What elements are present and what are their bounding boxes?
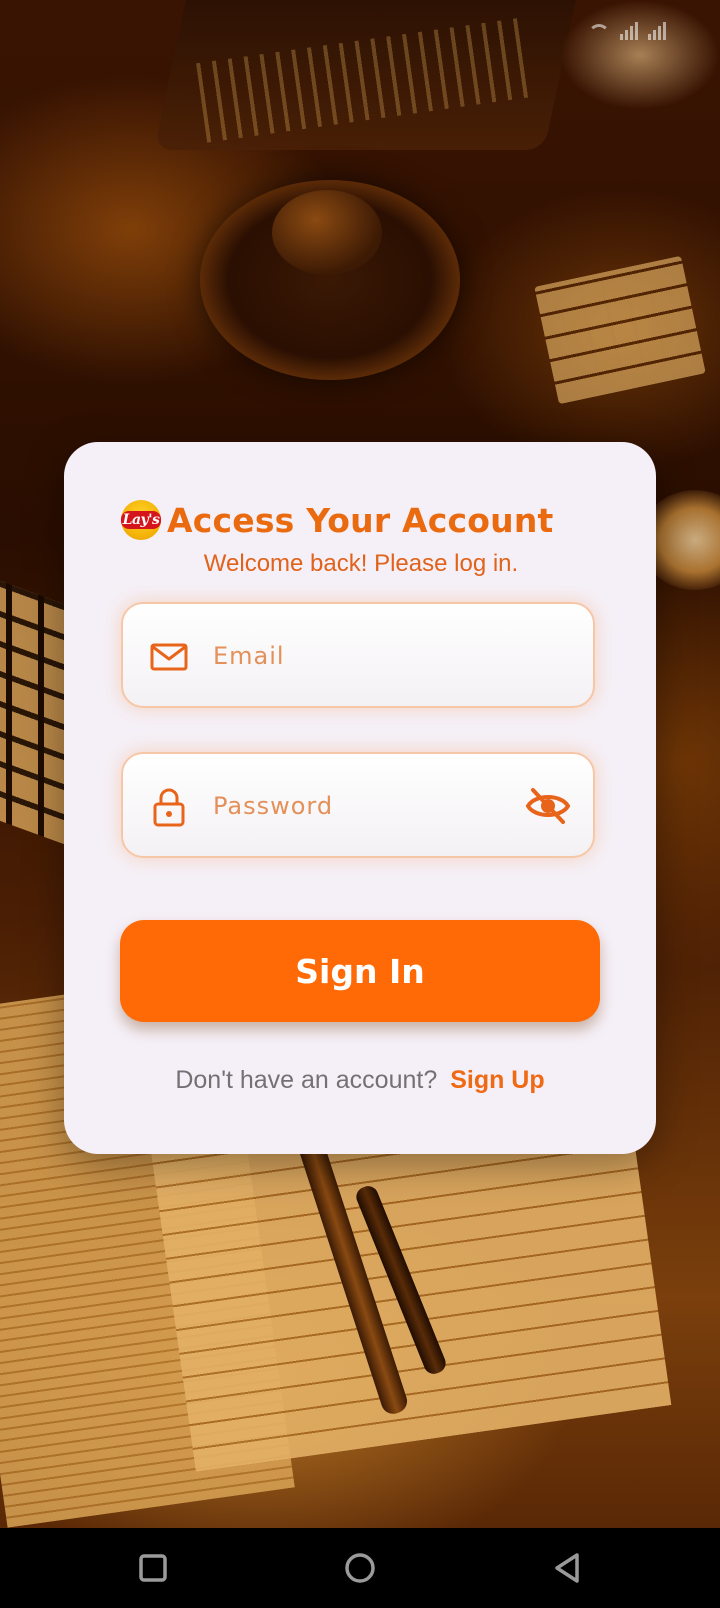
- letter-dice: [534, 255, 706, 405]
- mail-icon: [150, 643, 188, 671]
- title-row: Lay's Access Your Account: [121, 500, 554, 540]
- email-field[interactable]: [121, 602, 595, 708]
- signup-prompt: Don't have an account?: [175, 1066, 438, 1094]
- password-input[interactable]: [211, 754, 505, 858]
- status-bar: [0, 0, 720, 64]
- page-title: Access Your Account: [167, 500, 554, 540]
- wifi-icon: [588, 24, 610, 40]
- navigation-bar: [0, 1528, 720, 1608]
- signal-icon: [620, 22, 638, 40]
- login-card: Lay's Access Your Account Welcome back! …: [64, 442, 656, 1154]
- home-icon[interactable]: [340, 1548, 380, 1588]
- logo-text: Lay's: [122, 512, 160, 528]
- signal-icon-secondary: [648, 22, 666, 40]
- sign-in-button[interactable]: Sign In: [120, 920, 600, 1022]
- password-field[interactable]: [121, 752, 595, 858]
- eye-off-icon[interactable]: [525, 784, 571, 828]
- laptop-keyboard: [0, 573, 70, 847]
- signup-row: Don't have an account? Sign Up: [64, 1066, 656, 1095]
- email-input[interactable]: [211, 604, 505, 708]
- lays-logo: Lay's: [121, 500, 161, 540]
- page-subtitle: Welcome back! Please log in.: [203, 550, 519, 577]
- sign-up-link[interactable]: Sign Up: [450, 1066, 544, 1094]
- status-icons: [588, 22, 666, 40]
- lens-cap: [272, 190, 382, 275]
- lock-icon: [153, 788, 185, 827]
- back-icon[interactable]: [547, 1548, 587, 1588]
- recent-apps-icon[interactable]: [133, 1548, 173, 1588]
